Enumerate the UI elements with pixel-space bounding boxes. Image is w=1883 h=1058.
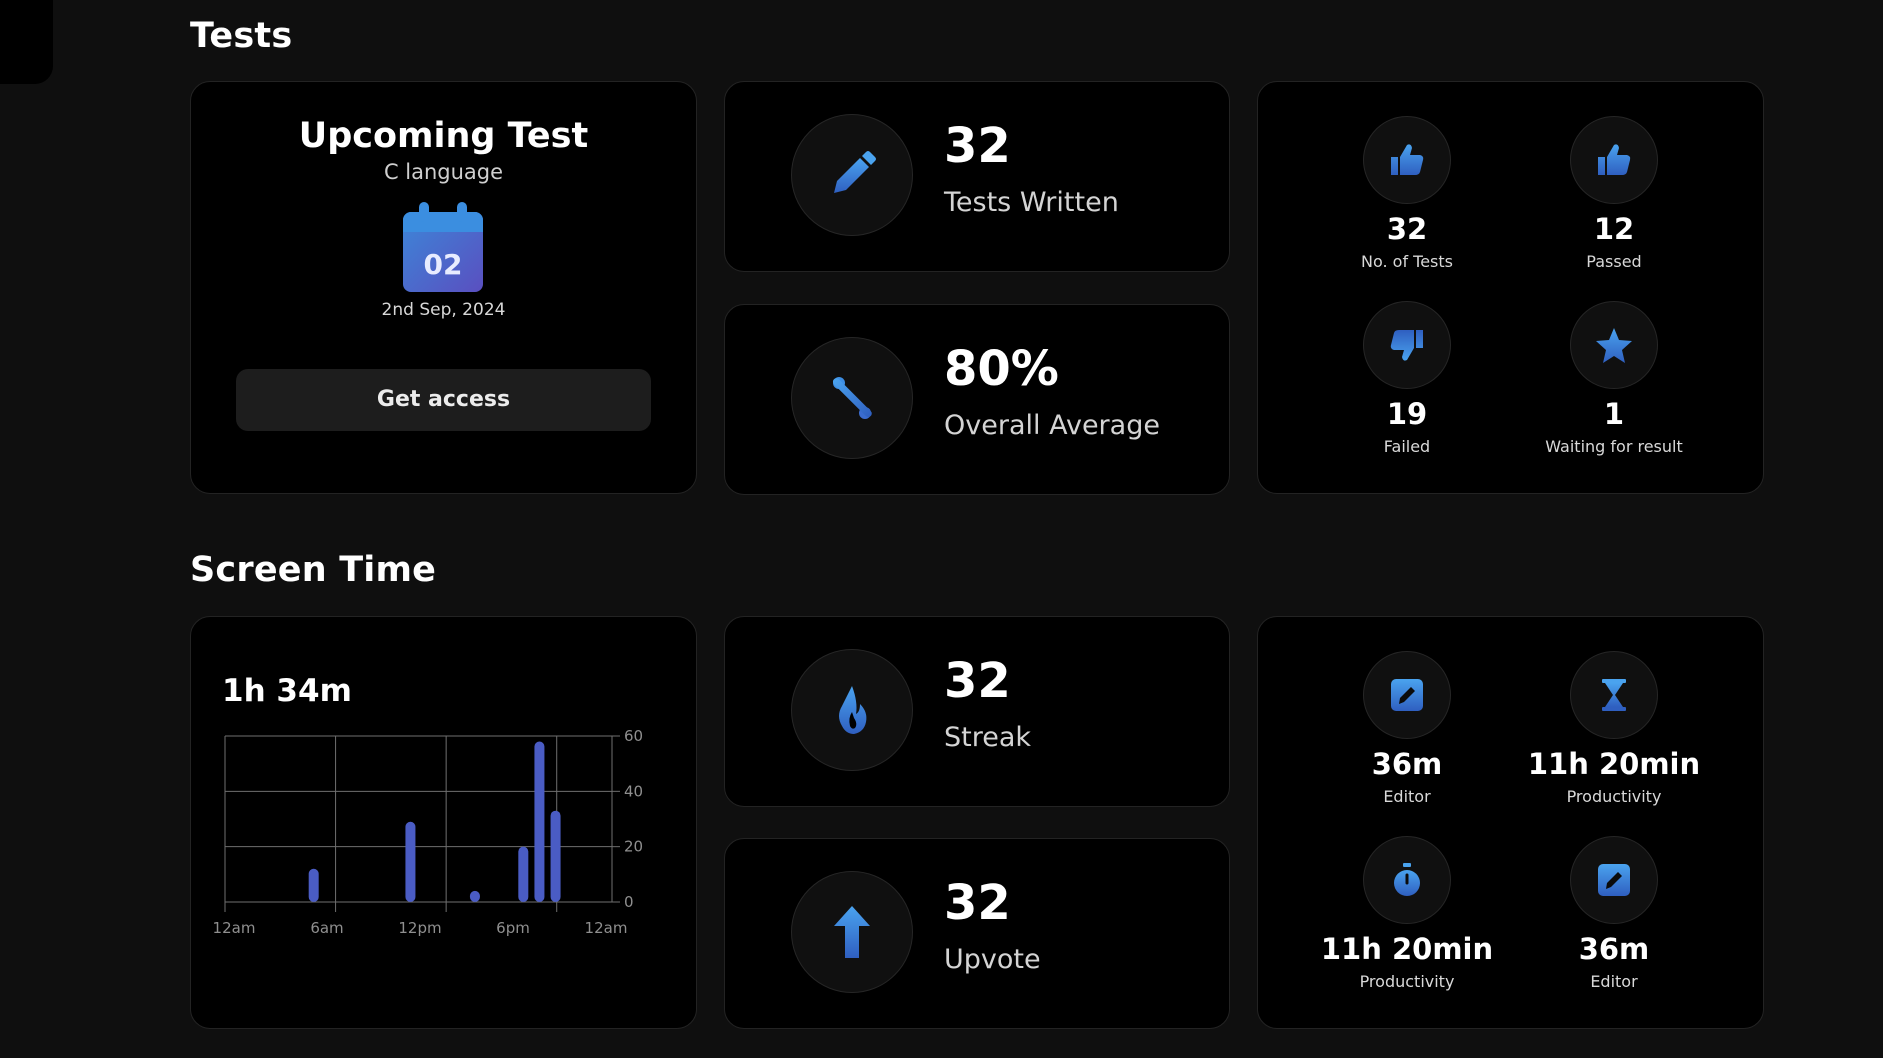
tests-count-value: 32 (1386, 212, 1428, 246)
upcoming-test-title: Upcoming Test (298, 116, 589, 156)
failed-value: 19 (1386, 397, 1428, 431)
tests-written-label: Tests Written (944, 187, 1119, 218)
upvote-card: 32 Upvote (724, 838, 1230, 1029)
chart-bar (469, 890, 480, 902)
upvote-label: Upvote (944, 944, 1041, 975)
chart-y-tick-label: 20 (624, 838, 643, 856)
corner-tab (0, 0, 53, 84)
chart-x-tick-label: 12am (213, 919, 256, 937)
screen-time-chart: 60 40 20 0 12am 6am 12pm 6pm 12am (213, 727, 644, 937)
overall-average-value: 80% (944, 341, 1059, 397)
upcoming-test-date: 2nd Sep, 2024 (381, 300, 506, 320)
calendar-icon: 02 (403, 202, 483, 292)
chart-y-tick-label: 0 (624, 893, 634, 911)
tests-count-label: No. of Tests (1361, 252, 1453, 271)
chart-x-tick-label: 6pm (496, 919, 530, 937)
streak-value: 32 (944, 653, 1011, 709)
arrow-up-icon (791, 871, 913, 993)
upcoming-test-card: Upcoming Test C language 02 2nd Sep, 202… (190, 81, 697, 494)
editor-time-label-2: Editor (1590, 972, 1638, 991)
productivity-time-value-2: 11h 20min (1320, 932, 1494, 966)
waiting-label: Waiting for result (1545, 437, 1683, 456)
failed-label: Failed (1383, 437, 1431, 456)
editor-time-value-2: 36m (1578, 932, 1650, 966)
chart-y-tick-label: 60 (624, 727, 643, 745)
test-summary-card: 32 No. of Tests 12 Passed 19 Failed 1 Wa… (1257, 81, 1764, 494)
editor-time-label: Editor (1383, 787, 1431, 806)
chart-bar (534, 741, 545, 902)
chart-bar (518, 846, 529, 902)
edit-icon (1363, 651, 1451, 739)
productivity-time-value: 11h 20min (1527, 747, 1701, 781)
editor-time-value: 36m (1371, 747, 1443, 781)
overall-average-card: 80% Overall Average (724, 304, 1230, 495)
hourglass-icon (1570, 651, 1658, 739)
screen-time-section-title: Screen Time (190, 550, 437, 590)
productivity-time-label: Productivity (1566, 787, 1662, 806)
calendar-day: 02 (424, 248, 463, 281)
upvote-value: 32 (944, 875, 1011, 931)
thumbs-up-icon (1363, 116, 1451, 204)
percent-icon (791, 337, 913, 459)
get-access-button[interactable]: Get access (236, 369, 651, 431)
upcoming-test-subject: C language (383, 160, 504, 184)
thumbs-up-icon (1570, 116, 1658, 204)
stopwatch-icon (1363, 836, 1451, 924)
chart-bar (405, 821, 416, 902)
chart-y-tick-label: 40 (624, 782, 643, 800)
overall-average-label: Overall Average (944, 410, 1160, 441)
chart-x-tick-label: 12am (585, 919, 628, 937)
tests-section-title: Tests (190, 16, 293, 56)
passed-label: Passed (1586, 252, 1642, 271)
tests-written-card: 32 Tests Written (724, 81, 1230, 272)
edit-icon (1570, 836, 1658, 924)
productivity-time-label-2: Productivity (1359, 972, 1455, 991)
chart-bar (550, 810, 561, 902)
screen-time-chart-card: 1h 34m 60 40 20 0 12am 6am 12pm 6pm 12am (190, 616, 697, 1029)
waiting-value: 1 (1603, 397, 1625, 431)
pencil-icon (791, 114, 913, 236)
passed-value: 12 (1593, 212, 1635, 246)
tests-written-value: 32 (944, 118, 1011, 174)
time-summary-card: 36m Editor 11h 20min Productivity 11h 20… (1257, 616, 1764, 1029)
flame-icon (791, 649, 913, 771)
chart-x-tick-label: 12pm (398, 919, 441, 937)
streak-label: Streak (944, 722, 1032, 753)
chart-bar (308, 868, 319, 902)
star-icon (1570, 301, 1658, 389)
thumbs-down-icon (1363, 301, 1451, 389)
chart-x-tick-label: 6am (310, 919, 343, 937)
streak-card: 32 Streak (724, 616, 1230, 807)
